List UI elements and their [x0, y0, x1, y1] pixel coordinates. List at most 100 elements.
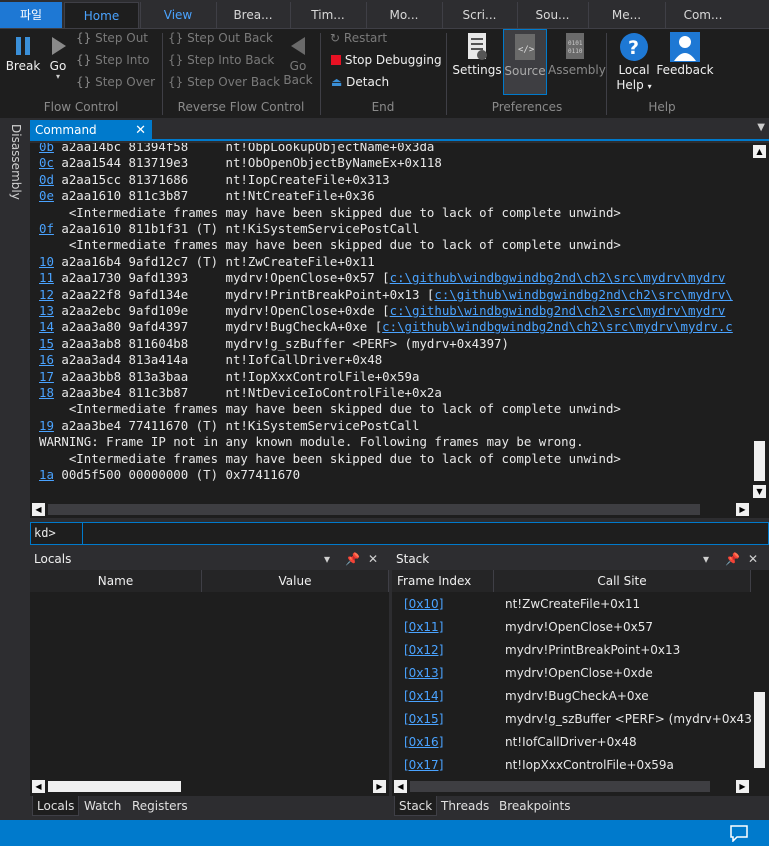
tab-model[interactable]: Mo... [366, 2, 441, 28]
scrollbar-thumb[interactable] [754, 692, 765, 768]
tab-breakpoints[interactable]: Breakpoints [495, 796, 574, 816]
frame-link[interactable]: 14 [39, 319, 54, 334]
scrollbar-thumb[interactable] [754, 441, 765, 481]
pin-icon[interactable]: 📌 [725, 548, 740, 570]
frame-link[interactable]: 0b [39, 143, 54, 154]
frame-link[interactable]: 19 [39, 418, 54, 433]
frame-link[interactable]: 0c [39, 155, 54, 170]
locals-horizontal-scrollbar[interactable]: ◀ ▶ [30, 778, 389, 795]
column-header-call-site[interactable]: Call Site [494, 570, 751, 592]
column-header-value[interactable]: Value [202, 570, 389, 592]
local-help-button[interactable]: ? Local Help ▾ [612, 31, 656, 94]
frame-link[interactable]: 16 [39, 352, 54, 367]
frame-link[interactable]: 1a [39, 467, 54, 482]
source-link[interactable]: c:\github\windbgwindbg2nd\ch2\src\mydrv\ [434, 287, 732, 302]
stack-row[interactable]: [0x10] nt!ZwCreateFile+0x11 [392, 593, 751, 616]
scroll-down-icon[interactable]: ▼ [753, 485, 766, 498]
stack-vertical-scrollbar[interactable] [751, 592, 769, 774]
command-horizontal-scrollbar[interactable]: ◀ ▶ [30, 501, 769, 518]
scroll-up-icon[interactable]: ▲ [753, 145, 766, 158]
stack-row[interactable]: [0x14] mydrv!BugCheckA+0xe [392, 685, 751, 708]
frame-index-link[interactable]: [0x17] [404, 754, 443, 777]
tab-locals[interactable]: Locals [32, 796, 80, 816]
close-icon[interactable]: ✕ [368, 548, 378, 570]
stack-row[interactable]: [0x16] nt!IofCallDriver+0x48 [392, 731, 751, 754]
restart-button[interactable]: ↻ Restart [330, 31, 387, 45]
command-input[interactable] [82, 523, 768, 544]
frame-index-link[interactable]: [0x10] [404, 593, 443, 616]
frame-index-link[interactable]: [0x13] [404, 662, 443, 685]
source-button[interactable]: </> Source [503, 29, 547, 95]
scrollbar-thumb[interactable] [48, 504, 700, 515]
step-out-back-button[interactable]: {} Step Out Back [168, 31, 273, 45]
scroll-left-icon[interactable]: ◀ [394, 780, 407, 793]
stack-row[interactable]: [0x13] mydrv!OpenClose+0xde [392, 662, 751, 685]
tab-view[interactable]: View [140, 2, 215, 28]
step-out-button[interactable]: {} Step Out [76, 31, 148, 45]
go-back-button[interactable]: Go Back [280, 33, 316, 87]
frame-link[interactable]: 0d [39, 172, 54, 187]
tab-registers[interactable]: Registers [128, 796, 192, 816]
tab-source[interactable]: Sou... [517, 2, 587, 28]
stack-row[interactable]: [0x17] nt!IopXxxControlFile+0x59a [392, 754, 751, 777]
close-icon[interactable]: ✕ [748, 548, 758, 570]
tab-time-travel[interactable]: Tim... [290, 2, 365, 28]
scrollbar-thumb[interactable] [48, 781, 181, 792]
tab-threads[interactable]: Threads [437, 796, 493, 816]
tab-stack[interactable]: Stack [394, 796, 438, 816]
step-into-button[interactable]: {} Step Into [76, 53, 149, 67]
source-link[interactable]: c:\github\windbgwindbg2nd\ch2\src\mydrv\… [390, 270, 726, 285]
frame-link[interactable]: 12 [39, 287, 54, 302]
detach-button[interactable]: ⏏ Detach [331, 75, 389, 89]
tab-home[interactable]: Home [64, 2, 139, 28]
close-icon[interactable]: ✕ [135, 120, 146, 141]
frame-index-link[interactable]: [0x12] [404, 639, 443, 662]
scroll-left-icon[interactable]: ◀ [32, 780, 45, 793]
scroll-right-icon[interactable]: ▶ [736, 503, 749, 516]
tab-disassembly[interactable]: Disassembly [9, 124, 23, 200]
scroll-left-icon[interactable]: ◀ [32, 503, 45, 516]
feedback-button[interactable]: Feedback [656, 31, 714, 77]
frame-index-link[interactable]: [0x11] [404, 616, 443, 639]
column-header-frame-index[interactable]: Frame Index [392, 570, 494, 592]
settings-button[interactable]: Settings [452, 31, 502, 77]
dropdown-icon[interactable]: ▾ [324, 548, 330, 570]
step-over-button[interactable]: {} Step Over [76, 75, 155, 89]
source-link[interactable]: c:\github\windbgwindbg2nd\ch2\src\mydrv\… [390, 303, 726, 318]
tab-breakpoints[interactable]: Brea... [216, 2, 289, 28]
scrollbar-thumb[interactable] [410, 781, 710, 792]
frame-link[interactable]: 11 [39, 270, 54, 285]
column-header-name[interactable]: Name [30, 570, 202, 592]
stack-horizontal-scrollbar[interactable]: ◀ ▶ [392, 778, 769, 795]
window-menu-icon[interactable]: ▼ [757, 122, 765, 133]
command-vertical-scrollbar[interactable]: ▲ ▼ [751, 143, 769, 501]
assembly-button[interactable]: 0101 0110 Assembly [548, 31, 606, 77]
frame-link[interactable]: 15 [39, 336, 54, 351]
go-button[interactable]: Go ▾ [44, 33, 72, 81]
frame-index-link[interactable]: [0x14] [404, 685, 443, 708]
frame-link[interactable]: 0e [39, 188, 54, 203]
frame-link[interactable]: 13 [39, 303, 54, 318]
source-link[interactable]: c:\github\windbgwindbg2nd\ch2\src\mydrv\… [382, 319, 733, 334]
frame-index-link[interactable]: [0x16] [404, 731, 443, 754]
feedback-chat-icon[interactable] [729, 824, 749, 842]
frame-index-link[interactable]: [0x15] [404, 708, 443, 731]
tab-memory[interactable]: Me... [588, 2, 664, 28]
stack-row[interactable]: [0x15] mydrv!g_szBuffer <PERF> (mydrv+0x4… [392, 708, 769, 731]
stack-row[interactable]: [0x11] mydrv!OpenClose+0x57 [392, 616, 751, 639]
frame-link[interactable]: 10 [39, 254, 54, 269]
frame-link[interactable]: 17 [39, 369, 54, 384]
dropdown-icon[interactable]: ▾ [703, 548, 709, 570]
pin-icon[interactable]: 📌 [345, 548, 360, 570]
tab-watch[interactable]: Watch [80, 796, 125, 816]
step-over-back-button[interactable]: {} Step Over Back [168, 75, 280, 89]
scroll-right-icon[interactable]: ▶ [736, 780, 749, 793]
stack-row[interactable]: [0x12] mydrv!PrintBreakPoint+0x13 [392, 639, 751, 662]
frame-link[interactable]: 18 [39, 385, 54, 400]
stop-debugging-button[interactable]: Stop Debugging [331, 53, 442, 67]
tab-file[interactable]: 파일 [0, 2, 62, 28]
frame-link[interactable]: 0f [39, 221, 54, 236]
break-button[interactable]: Break [4, 33, 42, 73]
go-dropdown-icon[interactable]: ▾ [44, 73, 72, 81]
tab-command[interactable]: Com... [665, 2, 740, 28]
